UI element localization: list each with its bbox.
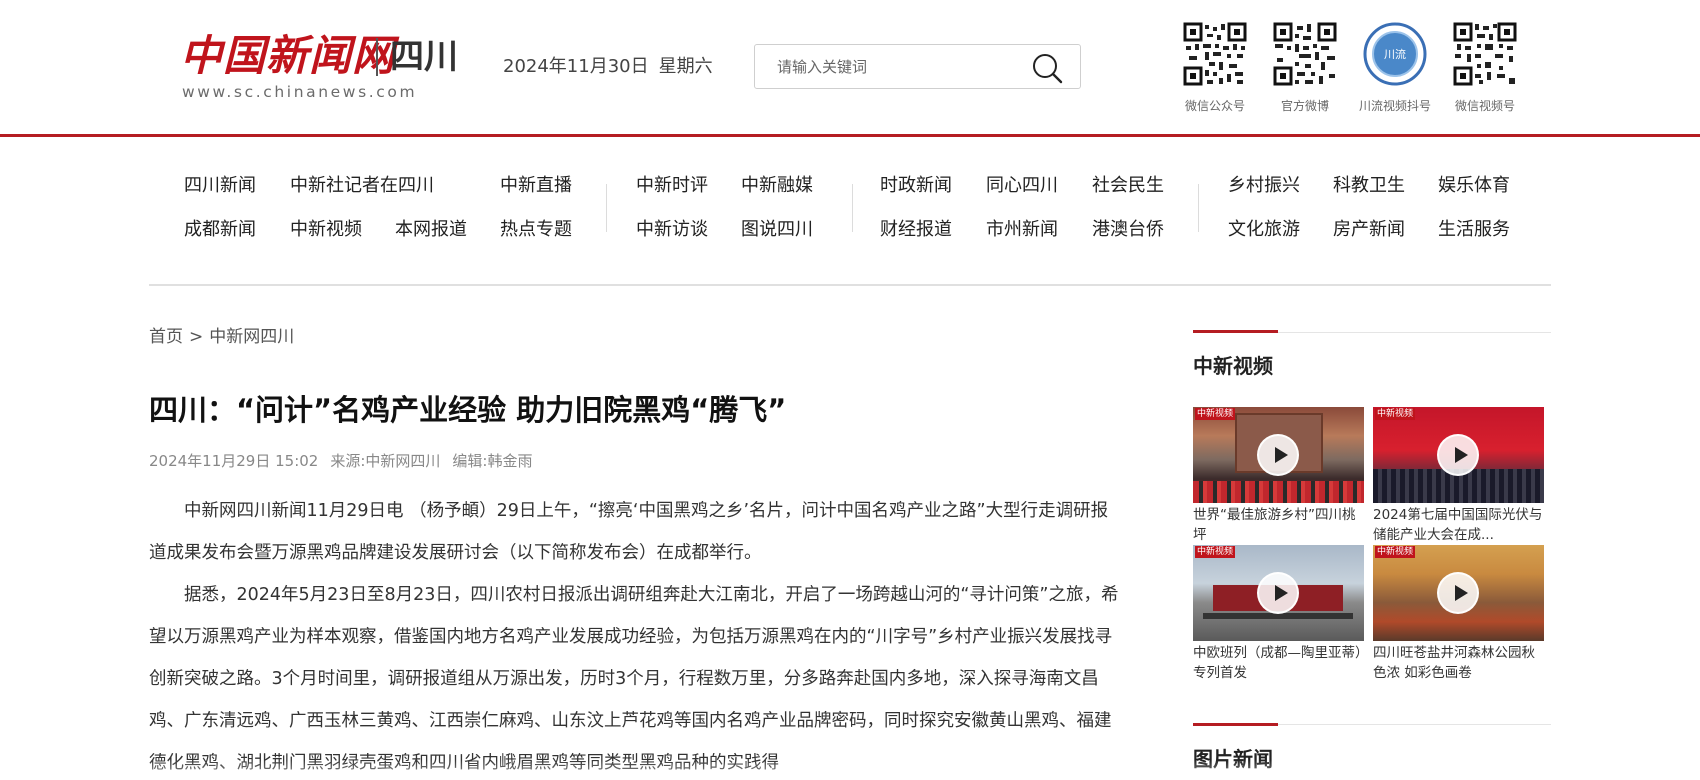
video-tag: 中新视频 bbox=[1195, 546, 1236, 558]
logo-url: www.sc.chinanews.com bbox=[182, 83, 418, 101]
nav-item-interview[interactable]: 中新访谈 bbox=[636, 218, 708, 242]
search-icon[interactable] bbox=[1030, 51, 1064, 85]
nav-divider bbox=[606, 184, 607, 232]
article-title: 四川：“问计”名鸡产业经验 助力旧院黑鸡“腾飞” bbox=[149, 393, 787, 427]
play-icon[interactable] bbox=[1437, 434, 1479, 476]
article-datetime: 2024年11月29日 15:02 bbox=[149, 452, 319, 470]
nav-item-tongxin[interactable]: 同心四川 bbox=[986, 174, 1058, 198]
qr-wechat-official[interactable]: 微信公众号 bbox=[1170, 22, 1260, 114]
video-caption[interactable]: 世界“最佳旅游乡村”四川桃坪 bbox=[1193, 505, 1364, 545]
current-date: 2024年11月30日 星期六 bbox=[503, 54, 713, 80]
nav-item-real-estate[interactable]: 房产新闻 bbox=[1333, 218, 1405, 242]
nav-item-politics[interactable]: 时政新闻 bbox=[880, 174, 952, 198]
site-logo[interactable]: 中国新闻网 四川 www.sc.chinanews.com bbox=[180, 30, 470, 102]
video-card[interactable]: 中新视频 四川旺苍盐井河森林公园秋色浓 如彩色画卷 bbox=[1373, 545, 1544, 683]
article-editor: 编辑:韩金雨 bbox=[452, 452, 533, 470]
video-caption[interactable]: 2024第七届中国国际光伏与储能产业大会在成... bbox=[1373, 505, 1544, 545]
nav-item-own-reports[interactable]: 本网报道 bbox=[395, 218, 467, 242]
qr-code-group: 微信公众号 官方微博 川流 川流视频抖号 微信视频号 bbox=[1170, 22, 1520, 114]
nav-item-entertainment[interactable]: 娱乐体育 bbox=[1438, 174, 1510, 198]
breadcrumb-separator: > bbox=[189, 327, 204, 347]
qr-chuanliu-video[interactable]: 川流 川流视频抖号 bbox=[1350, 22, 1440, 114]
qr-label: 微信公众号 bbox=[1184, 99, 1245, 113]
nav-item-video[interactable]: 中新视频 bbox=[290, 218, 362, 242]
nav-item-photo-sichuan[interactable]: 图说四川 bbox=[741, 218, 813, 242]
qr-wechat-video[interactable]: 微信视频号 bbox=[1440, 22, 1530, 114]
video-card[interactable]: 中新视频 世界“最佳旅游乡村”四川桃坪 bbox=[1193, 407, 1364, 545]
weekday-text: 星期六 bbox=[658, 56, 713, 77]
nav-item-culture-travel[interactable]: 文化旅游 bbox=[1228, 218, 1300, 242]
play-icon[interactable] bbox=[1437, 572, 1479, 614]
nav-divider bbox=[852, 184, 853, 232]
sidebar-accent-bar bbox=[1193, 723, 1278, 726]
article-source: 来源:中新网四川 bbox=[330, 452, 441, 470]
article-body: 中新网四川新闻11月29日电 （杨予頔）29日上午，“擦亮‘中国黑鸡之乡’名片，… bbox=[149, 490, 1119, 780]
video-thumbnail: 中新视频 bbox=[1193, 545, 1364, 641]
nav-item-live[interactable]: 中新直播 bbox=[500, 174, 572, 198]
main-nav: 四川新闻 中新社记者在四川 中新直播 中新时评 中新融媒 时政新闻 同心四川 社… bbox=[0, 164, 1700, 254]
sidebar-photo-title: 图片新闻 bbox=[1193, 747, 1273, 771]
nav-item-sichuan-news[interactable]: 四川新闻 bbox=[184, 174, 256, 198]
logo-divider bbox=[376, 38, 378, 76]
video-thumbnail: 中新视频 bbox=[1373, 545, 1544, 641]
nav-bottom-border bbox=[149, 284, 1551, 286]
play-icon[interactable] bbox=[1257, 434, 1299, 476]
nav-item-finance[interactable]: 财经报道 bbox=[880, 218, 952, 242]
logo-chinese-name: 中国新闻网 bbox=[180, 31, 396, 80]
nav-item-commentary[interactable]: 中新时评 bbox=[636, 174, 708, 198]
breadcrumb-home[interactable]: 首页 bbox=[149, 327, 183, 347]
video-tag: 中新视频 bbox=[1195, 408, 1236, 420]
video-caption[interactable]: 中欧班列（成都—陶里亚蒂）专列首发 bbox=[1193, 643, 1364, 683]
qr-label: 官方微博 bbox=[1280, 99, 1329, 113]
video-tag: 中新视频 bbox=[1375, 546, 1416, 558]
nav-item-life-services[interactable]: 生活服务 bbox=[1438, 218, 1510, 242]
article-paragraph: 据悉，2024年5月23日至8月23日，四川农村日报派出调研组奔赴大江南北，开启… bbox=[149, 585, 1119, 773]
breadcrumb-section[interactable]: 中新网四川 bbox=[209, 327, 294, 347]
nav-item-chengdu[interactable]: 成都新闻 bbox=[184, 218, 256, 242]
nav-item-topics[interactable]: 热点专题 bbox=[500, 218, 572, 242]
sidebar-accent-bar bbox=[1193, 330, 1278, 333]
nav-item-society[interactable]: 社会民生 bbox=[1092, 174, 1164, 198]
nav-item-science-health[interactable]: 科教卫生 bbox=[1333, 174, 1405, 198]
header-divider bbox=[0, 134, 1700, 137]
nav-item-reporters-in-sichuan[interactable]: 中新社记者在四川 bbox=[290, 174, 434, 198]
search-box bbox=[754, 44, 1081, 89]
sidebar-video-title: 中新视频 bbox=[1193, 354, 1273, 378]
qr-label: 川流视频抖号 bbox=[1358, 99, 1431, 113]
chuanliu-badge-icon: 川流 bbox=[1363, 22, 1427, 86]
article-paragraph: 中新网四川新闻11月29日电 （杨予頔）29日上午，“擦亮‘中国黑鸡之乡’名片，… bbox=[149, 501, 1109, 563]
video-card[interactable]: 中新视频 中欧班列（成都—陶里亚蒂）专列首发 bbox=[1193, 545, 1364, 683]
search-input[interactable] bbox=[777, 55, 1017, 79]
qr-code-icon bbox=[1273, 22, 1337, 86]
nav-item-cities[interactable]: 市州新闻 bbox=[986, 218, 1058, 242]
qr-code-icon bbox=[1183, 22, 1247, 86]
logo-region: 四川 bbox=[390, 37, 458, 77]
date-text: 2024年11月30日 bbox=[503, 56, 649, 77]
video-tag: 中新视频 bbox=[1375, 408, 1416, 420]
video-thumbnail: 中新视频 bbox=[1373, 407, 1544, 503]
nav-divider bbox=[1198, 184, 1199, 232]
qr-code-icon bbox=[1453, 22, 1517, 86]
article-meta: 2024年11月29日 15:02 来源:中新网四川 编辑:韩金雨 bbox=[149, 450, 544, 472]
svg-text:川流: 川流 bbox=[1384, 47, 1406, 61]
video-caption[interactable]: 四川旺苍盐井河森林公园秋色浓 如彩色画卷 bbox=[1373, 643, 1544, 683]
nav-item-hk-macao-tw[interactable]: 港澳台侨 bbox=[1092, 218, 1164, 242]
breadcrumb: 首页 > 中新网四川 bbox=[149, 325, 294, 349]
nav-item-rural[interactable]: 乡村振兴 bbox=[1228, 174, 1300, 198]
video-thumbnail: 中新视频 bbox=[1193, 407, 1364, 503]
qr-weibo[interactable]: 官方微博 bbox=[1260, 22, 1350, 114]
qr-label: 微信视频号 bbox=[1454, 99, 1515, 113]
nav-item-media[interactable]: 中新融媒 bbox=[741, 174, 813, 198]
video-card[interactable]: 中新视频 2024第七届中国国际光伏与储能产业大会在成... bbox=[1373, 407, 1544, 545]
site-header: 中国新闻网 四川 www.sc.chinanews.com 2024年11月30… bbox=[0, 0, 1700, 136]
play-icon[interactable] bbox=[1257, 572, 1299, 614]
